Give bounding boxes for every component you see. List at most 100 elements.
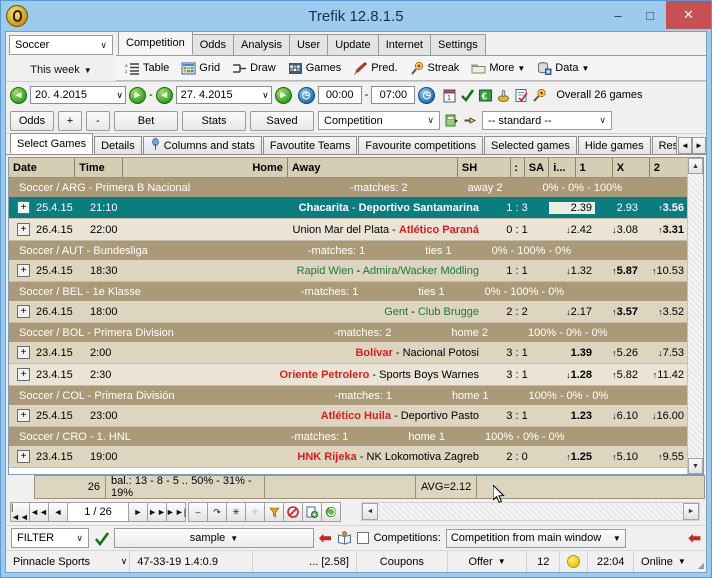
competition-group-header[interactable]: Soccer / CRO - 1. HNL-matches: 1home 110… bbox=[9, 427, 687, 446]
sample-dropdown-button[interactable]: sample ▼ bbox=[114, 528, 314, 548]
tab-favourite-competitions[interactable]: Favourite competitions bbox=[358, 136, 483, 154]
cell-odd-x[interactable]: ↑3.57 bbox=[595, 306, 641, 318]
calendar-day-icon[interactable]: 1 bbox=[442, 88, 457, 103]
column-header-time[interactable]: Time bbox=[75, 158, 123, 177]
expand-row-button[interactable]: + bbox=[17, 264, 30, 277]
cell-odd-1[interactable]: 1.23 bbox=[549, 410, 595, 422]
table-row[interactable]: +25.4.1523:00Atlético Huila - Deportivo … bbox=[9, 405, 687, 427]
tab-select-games[interactable]: Select Games bbox=[10, 133, 93, 154]
cell-odd-2[interactable]: ↓16.00 bbox=[641, 410, 687, 422]
euro-icon[interactable]: € bbox=[478, 88, 493, 103]
minimize-button[interactable]: – bbox=[602, 1, 634, 29]
cell-odd-x[interactable]: ↑5.87 bbox=[595, 265, 641, 277]
expand-row-button[interactable]: + bbox=[17, 223, 30, 236]
green-left-arrow-icon[interactable]: ◄ bbox=[156, 87, 173, 104]
toolbar-button-streak[interactable]: Streak bbox=[405, 58, 465, 79]
funnel-icon[interactable] bbox=[264, 502, 284, 522]
time-to-input[interactable]: 07:00 bbox=[371, 86, 415, 104]
green-right-arrow-icon[interactable]: ► bbox=[275, 87, 292, 104]
edit-check-icon[interactable] bbox=[514, 88, 529, 103]
tab-hide-games[interactable]: Hide games bbox=[578, 136, 651, 154]
column-header-away[interactable]: Away bbox=[288, 158, 458, 177]
stats-button[interactable]: Stats bbox=[182, 111, 246, 131]
filter-combo[interactable]: FILTER ∨ bbox=[11, 528, 89, 548]
toolbar-button-games[interactable]: Games bbox=[283, 58, 346, 79]
date-to-input[interactable]: 27. 4.2015 ∨ bbox=[176, 86, 272, 104]
cell-odd-1[interactable]: ↓1.32 bbox=[549, 265, 595, 277]
cell-odd-2[interactable]: ↑3.56 bbox=[641, 202, 687, 214]
maximize-button[interactable]: □ bbox=[634, 1, 666, 29]
cell-odd-x[interactable]: ↓6.10 bbox=[595, 410, 641, 422]
nav-first-button[interactable]: |◄◄ bbox=[10, 502, 30, 522]
cell-odd-2[interactable]: ↑9.55 bbox=[641, 451, 687, 463]
sport-combo[interactable]: Soccer ∨ bbox=[9, 35, 113, 55]
hscroll-left-button[interactable]: ◄ bbox=[362, 503, 378, 520]
online-dropdown[interactable]: Online ▼ bbox=[634, 551, 693, 572]
hscroll-right-button[interactable]: ► bbox=[683, 503, 699, 520]
menu-tab-analysis[interactable]: Analysis bbox=[233, 34, 290, 55]
cell-odd-x[interactable]: ↓3.08 bbox=[595, 224, 641, 236]
nav-page-indicator[interactable]: 1 / 26 bbox=[67, 502, 129, 522]
red-left-arrow-icon[interactable]: ⬅ bbox=[688, 529, 701, 547]
competition-source-combo[interactable]: Competition from main window ▼ bbox=[446, 529, 626, 548]
menu-tab-competition[interactable]: Competition bbox=[118, 31, 193, 55]
tab-columns-and-stats[interactable]: Columns and stats bbox=[143, 136, 262, 154]
menu-tab-internet[interactable]: Internet bbox=[378, 34, 431, 55]
vertical-scrollbar[interactable]: ▲ ▼ bbox=[687, 158, 703, 474]
green-check-icon[interactable] bbox=[460, 88, 475, 103]
book-icon[interactable] bbox=[337, 531, 352, 546]
green-right-arrow-icon[interactable]: ► bbox=[129, 87, 146, 104]
column-header-sa[interactable]: SA bbox=[525, 158, 549, 177]
tab-selected-games[interactable]: Selected games bbox=[484, 136, 577, 154]
tab-results-of[interactable]: Results of bbox=[652, 136, 677, 154]
column-header-x[interactable]: X bbox=[613, 158, 650, 177]
nav-last-button[interactable]: ►►| bbox=[166, 502, 186, 522]
cell-odd-1[interactable]: 2.39 bbox=[549, 202, 595, 214]
expand-row-button[interactable]: + bbox=[17, 409, 30, 422]
expand-row-button[interactable]: + bbox=[17, 368, 30, 381]
pointing-hand-icon[interactable] bbox=[463, 113, 478, 128]
cell-odd-2[interactable]: ↑3.31 bbox=[641, 224, 687, 236]
nav-next-button[interactable]: ► bbox=[128, 502, 148, 522]
close-button[interactable]: ✕ bbox=[666, 1, 711, 29]
competition-group-header[interactable]: Soccer / COL - Primera División-matches:… bbox=[9, 386, 687, 405]
toolbar-button-table[interactable]: AZ Table bbox=[120, 58, 174, 79]
tab-scroll-right-button[interactable]: ► bbox=[692, 137, 706, 154]
table-row[interactable]: +23.4.152:30Oriente Petrolero - Sports B… bbox=[9, 364, 687, 386]
clock-icon[interactable]: ◷ bbox=[298, 87, 315, 104]
cell-odd-x[interactable]: 2.93 bbox=[595, 202, 641, 214]
column-header-date[interactable]: Date bbox=[9, 158, 75, 177]
competition-group-header[interactable]: Soccer / BOL - Primera Division-matches:… bbox=[9, 323, 687, 342]
gold-bell-icon[interactable] bbox=[496, 88, 511, 103]
coupons-button[interactable]: Coupons bbox=[357, 551, 448, 572]
nav-next-page-button[interactable]: ►► bbox=[147, 502, 167, 522]
green-left-arrow-icon[interactable]: ◄ bbox=[10, 87, 27, 104]
tab-favourite-teams[interactable]: Favoutite Teams bbox=[263, 136, 358, 154]
clock-icon[interactable]: ◷ bbox=[418, 87, 435, 104]
bookmaker-combo[interactable]: Pinnacle Sports ∨ bbox=[6, 551, 130, 572]
table-row[interactable]: +25.4.1521:10Chacarita - Deportivo Santa… bbox=[9, 197, 687, 219]
red-left-arrow-icon[interactable]: ⬅ bbox=[319, 529, 332, 547]
scrollbar-track[interactable] bbox=[688, 174, 703, 458]
competitions-checkbox[interactable] bbox=[357, 532, 369, 544]
column-header-sh[interactable]: SH bbox=[458, 158, 512, 177]
menu-tab-user[interactable]: User bbox=[289, 34, 328, 55]
tab-details[interactable]: Details bbox=[94, 136, 142, 154]
toolbar-button-pred[interactable]: Pred. bbox=[348, 58, 402, 79]
column-header-1[interactable]: 1 bbox=[576, 158, 613, 177]
asterisk-grey-icon[interactable]: ✳ bbox=[245, 502, 265, 522]
asterisk-icon[interactable]: ✳ bbox=[226, 502, 246, 522]
toolbar-button-grid[interactable]: Grid bbox=[176, 58, 225, 79]
cell-odd-2[interactable]: ↑11.42 bbox=[641, 369, 687, 381]
cell-odd-2[interactable]: ↑10.53 bbox=[641, 265, 687, 277]
table-row[interactable]: +23.4.152:00Bolívar - Nacional Potosi3 :… bbox=[9, 342, 687, 364]
expand-row-button[interactable]: + bbox=[17, 450, 30, 463]
menu-tab-update[interactable]: Update bbox=[327, 34, 378, 55]
horizontal-scrollbar[interactable]: ◄ ► bbox=[361, 502, 700, 521]
nav-delete-button[interactable]: – bbox=[188, 502, 208, 522]
green-check-icon[interactable] bbox=[94, 531, 109, 546]
standard-combo[interactable]: -- standard -- ∨ bbox=[482, 111, 612, 130]
cell-odd-x[interactable]: ↑5.82 bbox=[595, 369, 641, 381]
no-entry-icon[interactable] bbox=[283, 502, 303, 522]
green-refresh-icon[interactable] bbox=[321, 502, 341, 522]
